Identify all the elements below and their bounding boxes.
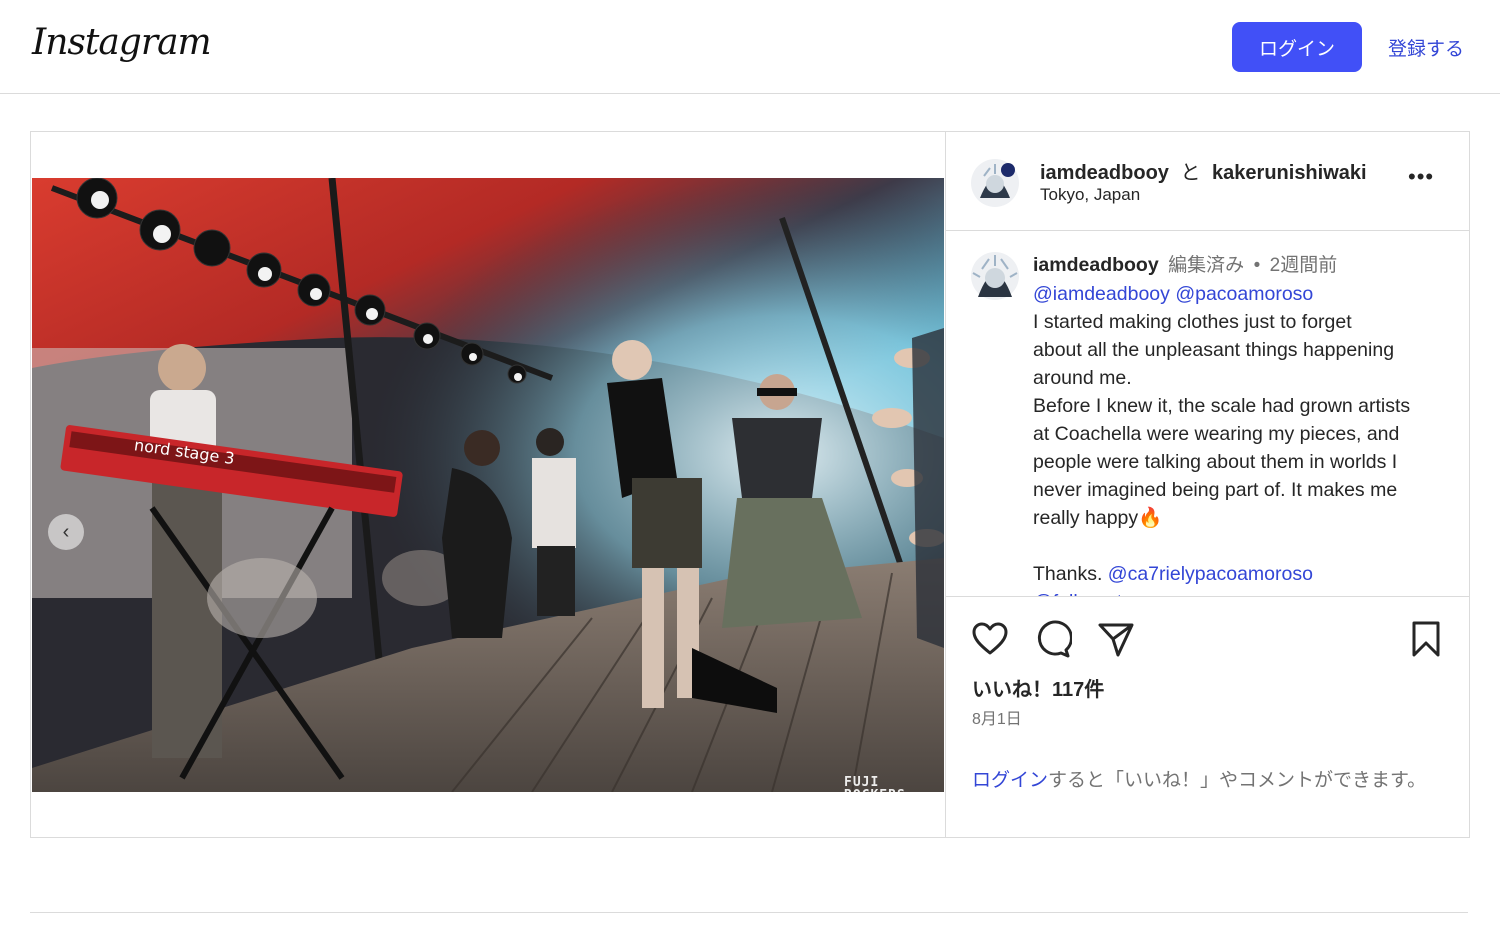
time-ago[interactable]: 2週間前 xyxy=(1270,255,1338,276)
save-button[interactable] xyxy=(1406,619,1446,659)
share-icon xyxy=(1098,623,1134,657)
caption-avatar[interactable] xyxy=(970,251,1020,301)
login-prompt: ログインすると「いいね！」やコメントができます。 xyxy=(972,767,1442,795)
author-collab[interactable]: kakerunishiwaki xyxy=(1212,162,1367,184)
mention-link[interactable]: @iamdeadbooy xyxy=(1033,283,1170,305)
post-header: iamdeadbooy と kakerunishiwaki Tokyo, Jap… xyxy=(946,132,1469,231)
caption-line: really happy🔥 xyxy=(1033,507,1163,529)
caption-line: at Coachella were wearing my pieces, and xyxy=(1033,423,1400,445)
author-primary[interactable]: iamdeadbooy xyxy=(1040,162,1169,184)
footer-divider xyxy=(30,912,1468,913)
caption-line: Before I knew it, the scale had grown ar… xyxy=(1033,395,1411,417)
avatar-illustration xyxy=(971,252,1019,300)
like-button[interactable] xyxy=(970,619,1010,659)
more-options-button[interactable]: ••• xyxy=(1408,164,1434,190)
comment-button[interactable] xyxy=(1032,619,1073,659)
caption-line: never imagined being part of. It makes m… xyxy=(1033,479,1398,501)
concert-photo-illustration: nord stage 3 xyxy=(32,178,944,792)
top-bar: Instagram ログイン 登録する xyxy=(0,0,1500,94)
mention-link[interactable]: @pacoamoroso xyxy=(1175,283,1313,305)
caption-line: about all the unpleasant things happenin… xyxy=(1033,339,1395,361)
more-icon: ••• xyxy=(1408,164,1435,189)
media-panel: nord stage 3 ‹ FUJI xyxy=(31,132,946,837)
heart-icon xyxy=(972,622,1008,655)
post-sidebar: iamdeadbooy と kakerunishiwaki Tokyo, Jap… xyxy=(946,132,1469,837)
caption-line: around me. xyxy=(1033,367,1132,389)
instagram-logo[interactable]: Instagram xyxy=(32,22,212,63)
post-card: nord stage 3 ‹ FUJI iamdeadbooy と kakeru… xyxy=(30,131,1470,838)
caption-body: iamdeadbooy 編集済み • 2週間前 @iamdeadbooy @pa… xyxy=(1033,251,1453,596)
caption-line: people were talking about them in worlds… xyxy=(1033,451,1398,473)
caption-username[interactable]: iamdeadbooy xyxy=(1033,254,1159,276)
signup-link[interactable]: 登録する xyxy=(1388,34,1464,61)
caption-blank xyxy=(1033,532,1453,560)
collab-connector: と xyxy=(1180,162,1201,184)
caption-thanks: Thanks. @ca7rielypacoamoroso xyxy=(1033,560,1453,588)
login-button[interactable]: ログイン xyxy=(1232,22,1362,72)
caption-line: I started making clothes just to forget xyxy=(1033,311,1352,333)
photo-watermark: FUJIROCKERSORG xyxy=(844,775,905,792)
chevron-left-icon: ‹ xyxy=(62,521,70,543)
avatar-illustration xyxy=(971,159,1019,207)
like-count[interactable]: いいね！117件 xyxy=(972,673,1104,702)
meta-separator: • xyxy=(1253,255,1261,276)
mention-link[interactable]: @ca7rielypacoamoroso xyxy=(1108,563,1313,585)
post-date[interactable]: 8月1日 xyxy=(972,705,1022,729)
carousel-prev-button[interactable]: ‹ xyxy=(48,514,84,550)
mention-link[interactable]: @falbeauty xyxy=(1033,588,1453,596)
post-location[interactable]: Tokyo, Japan xyxy=(1040,185,1140,205)
post-photo[interactable]: nord stage 3 ‹ FUJI xyxy=(32,178,944,792)
thanks-label: Thanks. xyxy=(1033,563,1103,585)
post-actions: いいね！117件 8月1日 ログインすると「いいね！」やコメントができます。 xyxy=(946,596,1469,838)
caption-area: iamdeadbooy 編集済み • 2週間前 @iamdeadbooy @pa… xyxy=(946,231,1469,596)
comment-icon xyxy=(1037,620,1073,658)
author-avatar[interactable] xyxy=(970,158,1020,208)
caption-mentions: @iamdeadbooy @pacoamoroso xyxy=(1033,280,1453,308)
share-button[interactable] xyxy=(1096,619,1136,659)
edited-label: 編集済み xyxy=(1168,255,1245,276)
bookmark-icon xyxy=(1412,621,1440,657)
login-prompt-link[interactable]: ログイン xyxy=(972,770,1048,791)
author-names: iamdeadbooy と kakerunishiwaki xyxy=(1040,156,1367,185)
login-prompt-text: すると「いいね！」やコメントができます。 xyxy=(1048,770,1427,791)
